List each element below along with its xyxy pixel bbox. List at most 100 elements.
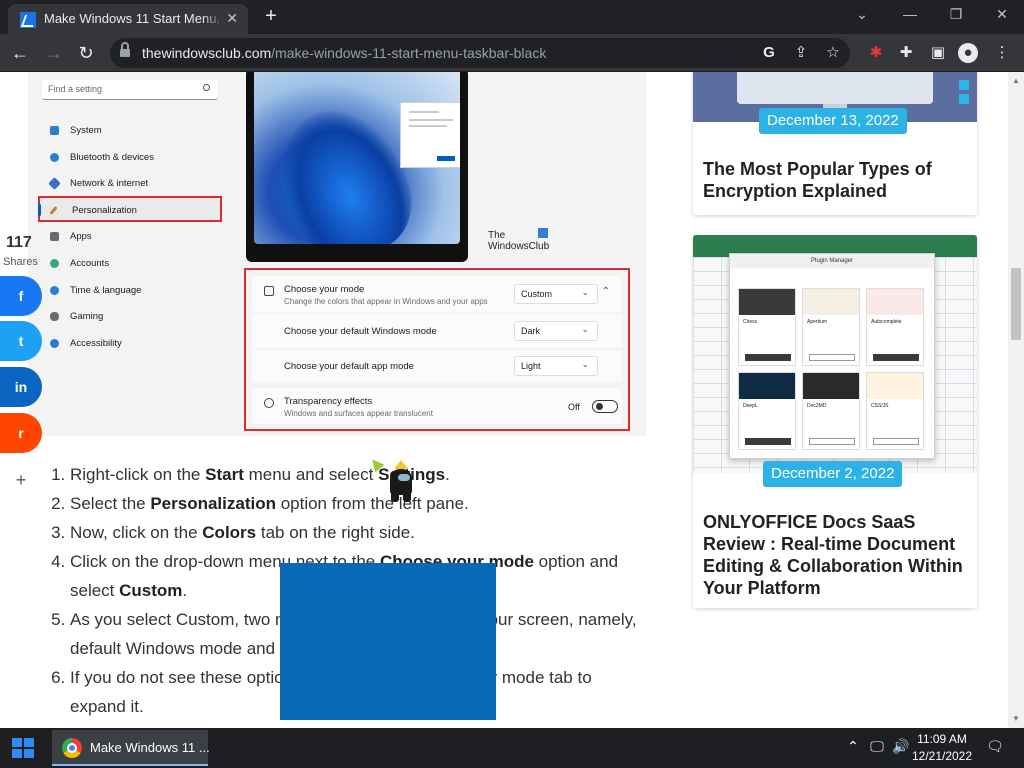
accessibility-icon [50,339,59,348]
gamepad-icon [50,312,59,321]
extensions-puzzle-icon[interactable]: ✚ [896,43,916,63]
accounts-icon [50,259,59,268]
reload-button[interactable]: ↻ [74,41,98,65]
article-thumbnail[interactable]: Plugin Manager Chess Apertium Autocomple… [693,235,977,473]
show-hidden-icons-chevron-icon[interactable]: ⌃ [844,738,862,755]
windows-mode-row: Choose your default Windows mode Dark ⌄ [252,314,622,348]
nav-item-apps: Apps [38,224,222,250]
system-icon [50,126,59,135]
mode-dropdown: Custom ⌄ [514,284,598,304]
windowsclub-logo: The WindowsClub [488,228,550,252]
blue-overlay-block [280,563,496,720]
scroll-up-icon[interactable]: ▲ [1012,76,1020,85]
chevron-down-icon: ⌄ [581,287,589,297]
address-bar[interactable]: thewindowsclub.com/make-windows-11-start… [110,38,850,68]
article-title-link[interactable]: ONLYOFFICE Docs SaaS Review : Real-time … [703,511,969,599]
share-icon[interactable]: ⇪ [792,44,810,62]
url-text[interactable]: thewindowsclub.com/make-windows-11-start… [142,45,546,61]
desktop-preview [246,72,468,262]
browser-toolbar: ← → ↻ thewindowsclub.com/make-windows-11… [0,34,1024,72]
side-panel-icon[interactable]: ▣ [928,43,948,63]
more-share-button[interactable]: + [0,460,42,500]
twitter-share-button[interactable]: t [0,321,42,361]
step-2: Select the Personalization option from t… [70,489,640,518]
among-us-character-icon [388,460,414,504]
scrollbar-thumb[interactable] [1011,268,1021,340]
reddit-share-button[interactable]: r [0,413,42,453]
apps-icon [50,232,59,241]
app-mode-row: Choose your default app mode Light ⌄ [252,350,622,382]
date-badge: December 2, 2022 [763,461,903,487]
brush-icon [264,286,274,296]
browser-tab[interactable]: Make Windows 11 Start Menu, Taskbar blac… [8,4,248,34]
nav-item-bluetooth: Bluetooth & devices [38,145,222,171]
nav-item-accessibility: Accessibility [38,331,222,357]
linkedin-share-button[interactable]: in [0,367,42,407]
share-count: 117 [6,234,32,251]
tab-close-icon[interactable]: ✕ [226,10,238,27]
windows-taskbar: Make Windows 11 ... ⌃ 🖵 🔊 11:09 AM 12/21… [0,728,1024,768]
tab-search-icon[interactable]: ⌄ [852,6,872,23]
site-favicon [20,12,36,28]
article-title-link[interactable]: The Most Popular Types of Encryption Exp… [703,158,969,202]
mode-settings-panel: Choose your mode Change the colors that … [244,268,630,431]
nav-item-system: System [38,118,222,144]
network-icon[interactable]: 🖵 [868,738,886,755]
tab-title: Make Windows 11 Start Menu, Taskbar blac… [44,11,224,26]
brush-icon [49,206,58,215]
facebook-icon: f [18,288,24,304]
windows-mode-dropdown: Dark ⌄ [514,321,598,341]
settings-search-box: Find a setting [42,80,218,100]
nav-item-network: Network & internet [38,171,222,197]
nav-item-gaming: Gaming [38,304,222,330]
share-label: Shares [3,256,38,268]
twitter-icon: t [18,333,24,349]
network-icon [48,177,61,190]
chrome-icon [62,738,82,758]
globe-icon [50,286,59,295]
google-icon[interactable]: G [760,44,778,62]
taskbar-clock[interactable]: 11:09 AM 12/21/2022 [900,731,984,765]
page-scrollbar[interactable]: ▲ ▼ [1008,72,1024,728]
chevron-down-icon: ⌄ [581,324,589,334]
minimize-button[interactable]: — [900,6,920,22]
transparency-row: Transparency effects Windows and surface… [252,388,622,424]
web-page: Find a setting System Bluetooth & device… [0,72,1024,728]
sidebar-article-card[interactable]: Plugin Manager Chess Apertium Autocomple… [693,235,977,608]
bluetooth-icon [50,153,59,162]
choose-mode-row: Choose your mode Change the colors that … [252,276,622,312]
close-window-button[interactable]: ✕ [992,6,1012,23]
chevron-down-icon: ⌄ [581,359,589,369]
linkedin-icon: in [14,379,28,395]
nav-item-time-language: Time & language [38,278,222,304]
reddit-icon: r [18,425,24,441]
menu-kebab-icon[interactable]: ⋮ [992,43,1012,63]
app-mode-dropdown: Light ⌄ [514,356,598,376]
settings-screenshot-image: Find a setting System Bluetooth & device… [28,72,646,436]
plus-icon: + [15,470,27,490]
scroll-down-icon[interactable]: ▼ [1012,714,1020,723]
taskbar-chrome-app[interactable]: Make Windows 11 ... [52,730,210,766]
notifications-icon[interactable]: 🗨 [986,738,1004,755]
plugin-manager-dialog: Plugin Manager Chess Apertium Autocomple… [729,253,935,459]
sparkle-icon [264,398,274,408]
preview-window [400,102,460,168]
start-button[interactable] [12,738,34,758]
nav-item-accounts: Accounts [38,251,222,277]
step-3: Now, click on the Colors tab on the righ… [70,518,640,547]
chevron-up-icon: ⌃ [601,286,610,297]
forward-button[interactable]: → [42,41,66,65]
profile-avatar-icon[interactable]: ● [958,43,978,63]
restore-button[interactable]: ❐ [946,6,966,23]
bookmark-star-icon[interactable]: ☆ [824,44,842,62]
new-tab-button[interactable]: + [260,5,282,27]
facebook-share-button[interactable]: f [0,276,42,316]
lock-icon[interactable] [120,42,130,58]
sidebar-article-card[interactable]: December 13, 2022 The Most Popular Types… [693,72,977,215]
nav-item-personalization: Personalization [38,196,222,222]
extension-runner-icon[interactable]: ✱ [866,43,886,63]
date-badge: December 13, 2022 [759,108,907,134]
transparency-toggle [592,400,618,413]
step-1: Right-click on the Start menu and select… [70,460,640,489]
back-button[interactable]: ← [8,41,32,65]
